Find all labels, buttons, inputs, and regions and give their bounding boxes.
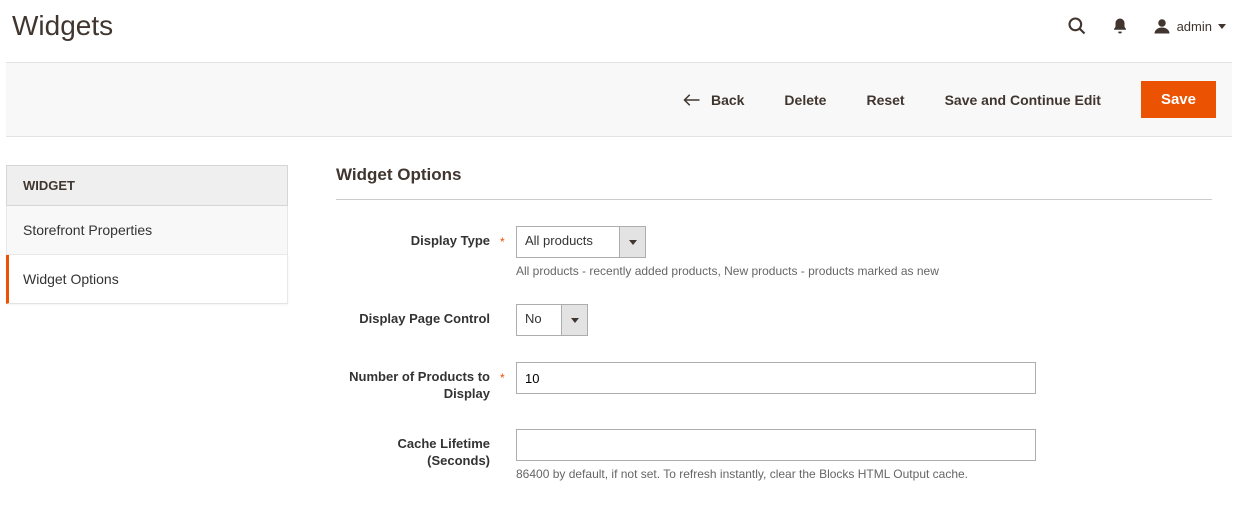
section-title: Widget Options (336, 165, 1212, 200)
num-products-label: Number of Products to Display (336, 362, 500, 403)
cache-lifetime-label: Cache Lifetime (Seconds) (336, 429, 500, 470)
sidebar-heading: WIDGET (6, 165, 288, 206)
user-name: admin (1177, 19, 1212, 34)
required-star: * (500, 362, 510, 385)
save-continue-button[interactable]: Save and Continue Edit (945, 92, 1101, 108)
notifications-icon[interactable] (1111, 17, 1129, 35)
sidebar-item-label: Widget Options (23, 271, 119, 287)
display-type-select[interactable]: All products (516, 226, 646, 258)
reset-button[interactable]: Reset (866, 92, 904, 108)
required-star: * (500, 226, 510, 249)
sidebar-item-label: Storefront Properties (23, 222, 152, 238)
user-icon (1153, 17, 1171, 35)
page-title: Widgets (12, 10, 113, 42)
sidebar-item-storefront-properties[interactable]: Storefront Properties (6, 206, 288, 255)
cache-lifetime-hint: 86400 by default, if not set. To refresh… (516, 467, 1212, 481)
search-icon[interactable] (1067, 16, 1087, 36)
num-products-input[interactable] (516, 362, 1036, 394)
cache-lifetime-input[interactable] (516, 429, 1036, 461)
display-type-label: Display Type (336, 226, 500, 250)
display-page-control-value: No (517, 305, 561, 335)
display-page-control-select[interactable]: No (516, 304, 588, 336)
back-label: Back (711, 92, 744, 108)
action-bar: Back Delete Reset Save and Continue Edit… (6, 62, 1232, 137)
sidebar-item-widget-options[interactable]: Widget Options (6, 255, 288, 304)
save-button[interactable]: Save (1141, 81, 1216, 118)
chevron-down-icon (619, 227, 645, 257)
chevron-down-icon (561, 305, 587, 335)
chevron-down-icon (1218, 24, 1226, 29)
back-button[interactable]: Back (683, 92, 744, 108)
display-page-control-label: Display Page Control (336, 304, 500, 328)
sidebar: WIDGET Storefront Properties Widget Opti… (6, 165, 288, 507)
arrow-left-icon (683, 93, 701, 107)
delete-button[interactable]: Delete (784, 92, 826, 108)
display-type-value: All products (517, 227, 619, 257)
user-menu[interactable]: admin (1153, 17, 1226, 35)
display-type-hint: All products - recently added products, … (516, 264, 1212, 278)
